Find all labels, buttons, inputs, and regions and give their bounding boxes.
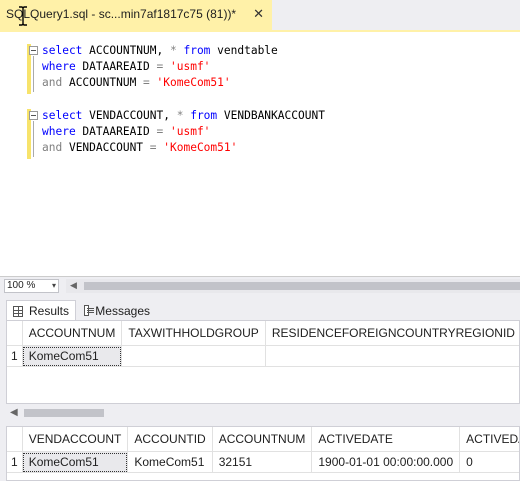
table-cell[interactable]: 1900-01-01 00:00:00.000 (311, 451, 461, 473)
table-cell[interactable]: 32151 (212, 451, 313, 473)
identifier: DATAAREAID (75, 60, 157, 73)
editor-horizontal-scrollbar[interactable]: ◀ (66, 279, 520, 293)
code-line[interactable]: and ACCOUNTNUM = 'KomeCom51' (42, 75, 231, 91)
identifier: ACCOUNTNUM, (82, 44, 170, 57)
identifier: DATAAREAID (75, 125, 157, 138)
scroll-left-icon[interactable]: ◀ (70, 280, 77, 291)
keyword: where (42, 60, 76, 73)
column-header[interactable]: ACCOUNTNUM (212, 427, 313, 452)
table-cell[interactable]: 0 (459, 451, 519, 473)
table-cell[interactable] (121, 345, 266, 367)
collapse-toggle-icon[interactable] (29, 111, 38, 120)
identifier: vendtable (210, 44, 278, 57)
messages-icon (84, 305, 95, 316)
chevron-down-icon[interactable]: ▾ (52, 280, 56, 292)
keyword: select (42, 44, 83, 57)
fold-guide (33, 56, 34, 92)
identifier: VENDACCOUNT, (82, 109, 177, 122)
grid-icon (13, 305, 23, 317)
document-tab-title[interactable]: SQLQuery1.sql - sc...min7af1817c75 (81))… (6, 7, 236, 21)
keyword: from (176, 44, 211, 57)
zoom-value: 100 % (7, 280, 36, 291)
row-number[interactable]: 1 (7, 345, 23, 367)
row-number-header[interactable] (7, 427, 23, 452)
results-grid-1: ACCOUNTNUM TAXWITHHOLDGROUP RESIDENCEFOR… (6, 320, 520, 404)
code-line[interactable]: and VENDACCOUNT = 'KomeCom51' (42, 140, 237, 156)
table-cell[interactable]: KomeCom51 (127, 451, 213, 473)
zoom-select[interactable]: 100 % ▾ (4, 279, 59, 293)
keyword: where (42, 125, 76, 138)
zoom-bar: 100 % ▾ ◀ (0, 276, 520, 295)
tab-messages[interactable]: Messages (78, 300, 156, 321)
string-literal: 'KomeCom51' (156, 141, 238, 154)
column-header[interactable]: TAXWITHHOLDGROUP (121, 321, 266, 346)
collapse-toggle-icon[interactable] (29, 46, 38, 55)
query-editor[interactable]: select ACCOUNTNUM, * from vendtable wher… (0, 32, 520, 276)
code-line[interactable]: select VENDACCOUNT, * from VENDBANKACCOU… (42, 108, 325, 124)
code-line[interactable]: select ACCOUNTNUM, * from vendtable (42, 43, 278, 59)
close-tab-icon[interactable]: ✕ (253, 7, 264, 21)
scroll-left-icon[interactable]: ◀ (10, 407, 18, 418)
column-header[interactable]: VENDACCOUNT (22, 427, 129, 452)
identifier: ACCOUNTNUM (62, 76, 144, 89)
text-cursor-icon (19, 6, 27, 26)
string-literal: 'usmf' (163, 125, 211, 138)
keyword: select (42, 109, 83, 122)
fold-guide (33, 121, 34, 157)
table-cell[interactable] (265, 345, 519, 367)
operator: and (42, 76, 63, 89)
scrollbar-thumb[interactable] (84, 282, 520, 290)
results-table-1: ACCOUNTNUM TAXWITHHOLDGROUP RESIDENCEFOR… (7, 321, 519, 367)
table-header-row: VENDACCOUNT ACCOUNTID ACCOUNTNUM ACTIVED… (7, 427, 519, 452)
results-grid-2: VENDACCOUNT ACCOUNTID ACCOUNTNUM ACTIVED… (6, 426, 520, 481)
table-cell[interactable]: KomeCom51 (22, 451, 129, 473)
code-line[interactable]: where DATAAREAID = 'usmf' (42, 124, 210, 140)
column-header[interactable]: ACTIVEDATE (459, 427, 519, 452)
results-tab-strip: Results Messages (0, 296, 520, 322)
tab-messages-label: Messages (95, 303, 150, 318)
table-header-row: ACCOUNTNUM TAXWITHHOLDGROUP RESIDENCEFOR… (7, 321, 519, 346)
tab-results[interactable]: Results (6, 300, 76, 321)
row-number[interactable]: 1 (7, 451, 23, 473)
document-tab[interactable]: SQLQuery1.sql - sc...min7af1817c75 (81))… (0, 0, 272, 30)
table-row[interactable]: 1 KomeCom51 KomeCom51 32151 1900-01-01 0… (7, 451, 519, 473)
results-table-2: VENDACCOUNT ACCOUNTID ACCOUNTNUM ACTIVED… (7, 427, 519, 473)
keyword: from (183, 109, 218, 122)
string-literal: 'usmf' (163, 60, 211, 73)
operator: * (169, 44, 177, 57)
column-header[interactable]: ACTIVEDATE (311, 427, 461, 452)
column-header[interactable]: RESIDENCEFOREIGNCOUNTRYREGIONID (265, 321, 519, 346)
code-line[interactable]: where DATAAREAID = 'usmf' (42, 59, 210, 75)
scrollbar-thumb[interactable] (24, 409, 104, 417)
grid-horizontal-scrollbar[interactable]: ◀ (6, 405, 520, 421)
table-row[interactable]: 1 KomeCom51 Ne (7, 345, 519, 367)
identifier: VENDBANKACCOUNT (217, 109, 325, 122)
column-header[interactable]: ACCOUNTID (127, 427, 213, 452)
string-literal: 'KomeCom51' (149, 76, 231, 89)
row-number-header[interactable] (7, 321, 23, 346)
operator: = (143, 76, 150, 89)
column-header[interactable]: ACCOUNTNUM (22, 321, 123, 346)
operator: and (42, 141, 63, 154)
tab-results-label: Results (28, 304, 69, 318)
operator: = (149, 141, 157, 154)
identifier: VENDACCOUNT (62, 141, 150, 154)
table-cell[interactable]: KomeCom51 (22, 345, 123, 367)
